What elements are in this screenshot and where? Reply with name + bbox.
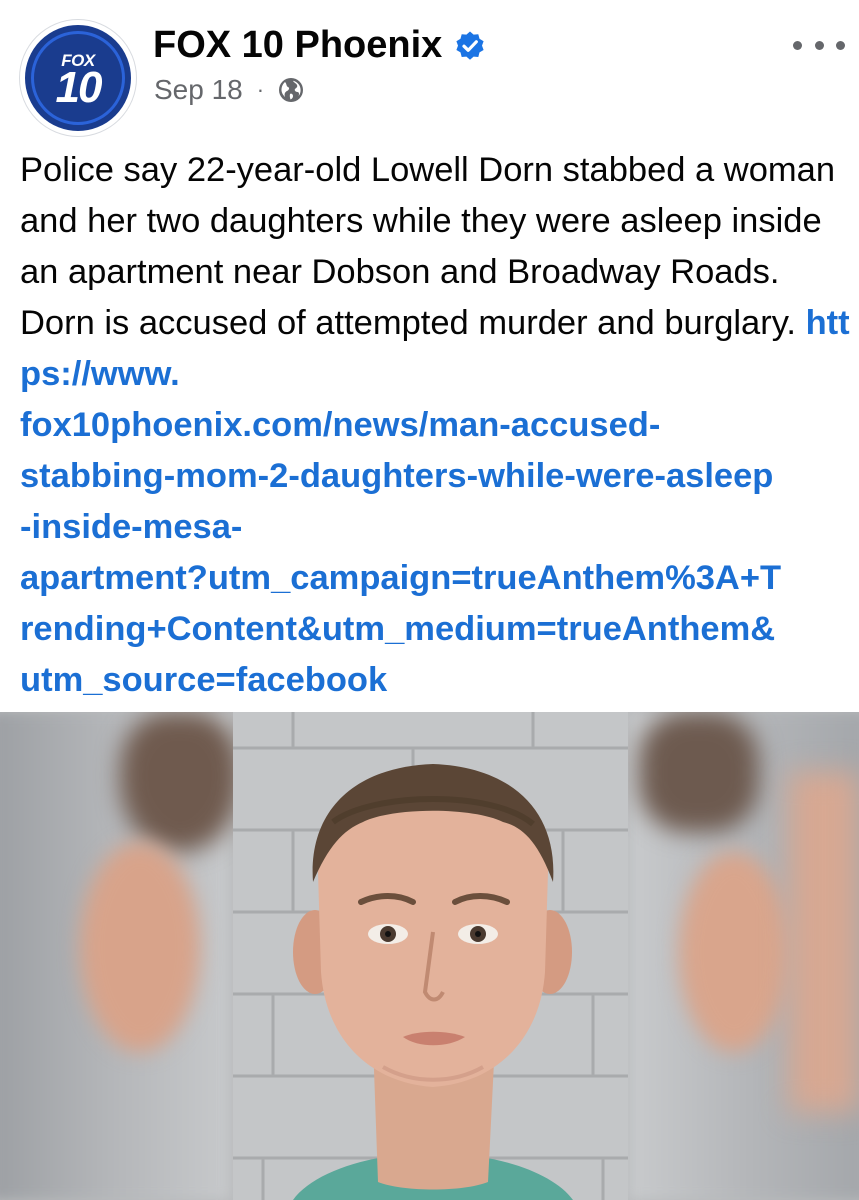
- post-message: Police say 22-year-old Lowell Dorn stabb…: [20, 145, 850, 706]
- blurred-hair-left: [120, 712, 240, 852]
- post-link[interactable]: https://www. fox10phoenix.com/news/man-ac…: [20, 304, 850, 699]
- post-message-text: Police say 22-year-old Lowell Dorn stabb…: [20, 151, 836, 342]
- page-name-link[interactable]: FOX 10 Phoenix: [153, 24, 442, 67]
- meta-separator: ·: [256, 77, 265, 102]
- post-link-line: -inside-mesa-: [20, 508, 243, 546]
- post-link-line: fox10phoenix.com/news/man-accused-: [20, 406, 661, 444]
- post-header: FOX 10 FOX 10 Phoenix Sep 18 ·: [0, 0, 859, 136]
- blurred-ear-left: [80, 842, 200, 1052]
- post-meta: Sep 18 ·: [154, 74, 304, 106]
- verified-badge-icon: [456, 31, 484, 60]
- more-options-icon: [836, 40, 845, 50]
- avatar-logo-text-bottom: 10: [55, 63, 103, 112]
- blurred-face-right: [789, 772, 859, 1112]
- post-link-line: apartment?utm_campaign=trueAnthem%3A+T: [20, 559, 782, 597]
- mugshot-photo: [233, 712, 628, 1200]
- post-link-line: stabbing-mom-2-daughters-while-were-asle…: [20, 457, 774, 495]
- page-avatar[interactable]: FOX 10: [20, 20, 136, 136]
- more-options-icon: [793, 40, 802, 50]
- post-link-line: rending+Content&utm_medium=trueAnthem&: [20, 610, 776, 648]
- blurred-hair-right: [639, 712, 759, 832]
- page-name-row: FOX 10 Phoenix: [153, 24, 486, 67]
- post-link-line: utm_source=facebook: [20, 661, 388, 699]
- blurred-ear-right: [679, 852, 789, 1052]
- post-date[interactable]: Sep 18: [154, 74, 243, 106]
- post-photo[interactable]: [0, 712, 859, 1200]
- more-options-icon: [814, 40, 824, 50]
- globe-icon: [279, 78, 304, 102]
- more-options-button[interactable]: [793, 34, 845, 56]
